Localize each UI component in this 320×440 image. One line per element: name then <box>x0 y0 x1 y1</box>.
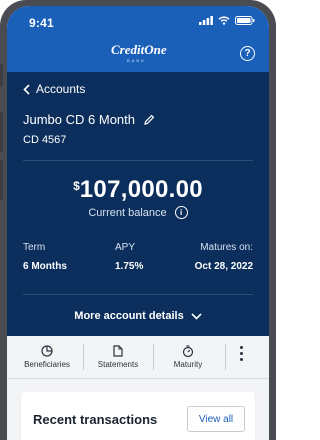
divider <box>23 294 253 295</box>
back-to-accounts-link[interactable]: Accounts <box>23 82 85 96</box>
status-bar: 9:41 <box>7 6 269 36</box>
brand-logo-sub: BANK <box>127 58 146 63</box>
pie-chart-icon <box>41 345 53 357</box>
apy-label: APY <box>115 242 136 253</box>
app-screen: 9:41 CreditOne BANK ? Accounts Jumbo CD … <box>7 6 269 440</box>
chevron-left-icon <box>23 83 30 95</box>
back-label: Accounts <box>36 82 86 96</box>
balance-label-row: Current balance i <box>7 206 269 219</box>
balance-display: $107,000.00 <box>7 176 269 204</box>
timer-icon <box>182 345 194 357</box>
info-icon[interactable]: i <box>174 206 188 219</box>
phone-volume-down <box>0 160 3 200</box>
phone-side-button <box>0 64 3 86</box>
phone-device: 9:41 CreditOne BANK ? Accounts Jumbo CD … <box>0 0 276 440</box>
view-all-button[interactable]: View all <box>187 406 245 432</box>
beneficiaries-button[interactable]: Beneficiaries <box>15 336 79 378</box>
phone-volume-up <box>0 112 3 152</box>
maturity-date-label: Matures on: <box>200 242 253 253</box>
recent-transactions-title: Recent transactions <box>33 412 158 427</box>
account-name-row: Jumbo CD 6 Month <box>23 112 155 127</box>
divider <box>23 160 253 161</box>
beneficiaries-label: Beneficiaries <box>24 360 70 369</box>
action-separator <box>225 344 226 370</box>
cellular-signal-icon <box>199 16 213 25</box>
status-time: 9:41 <box>29 16 54 30</box>
chevron-down-icon <box>191 312 202 320</box>
app-header: CreditOne BANK ? <box>7 36 269 72</box>
account-actions-bar: Beneficiaries Statements Maturity <box>7 336 269 379</box>
account-number: CD 4567 <box>23 134 67 146</box>
more-account-details-button[interactable]: More account details <box>7 310 269 322</box>
help-icon[interactable]: ? <box>240 46 255 61</box>
battery-icon <box>235 16 255 25</box>
action-separator <box>83 344 84 370</box>
currency-symbol: $ <box>73 179 80 193</box>
action-separator <box>153 344 154 370</box>
maturity-date-value: Oct 28, 2022 <box>194 261 253 272</box>
apy-value: 1.75% <box>115 261 144 272</box>
statements-label: Statements <box>97 360 139 369</box>
maturity-button[interactable]: Maturity <box>157 336 219 378</box>
more-options-icon[interactable] <box>240 346 243 361</box>
balance-label: Current balance <box>88 206 167 219</box>
term-label: Term <box>23 242 46 253</box>
document-icon <box>113 345 123 357</box>
recent-transactions-card: Recent transactions View all <box>21 392 255 440</box>
edit-pencil-icon[interactable] <box>143 114 155 126</box>
balance-amount: 107,000.00 <box>79 176 203 203</box>
account-name: Jumbo CD 6 Month <box>23 112 135 127</box>
statements-button[interactable]: Statements <box>87 336 149 378</box>
more-account-details-label: More account details <box>74 310 184 322</box>
status-icons <box>199 16 255 25</box>
brand-logo: CreditOne <box>111 42 167 57</box>
wifi-icon <box>218 16 230 25</box>
account-summary: Accounts Jumbo CD 6 Month CD 4567 $107,0… <box>7 72 269 336</box>
maturity-label: Maturity <box>173 360 203 369</box>
term-value: 6 Months <box>23 261 67 272</box>
